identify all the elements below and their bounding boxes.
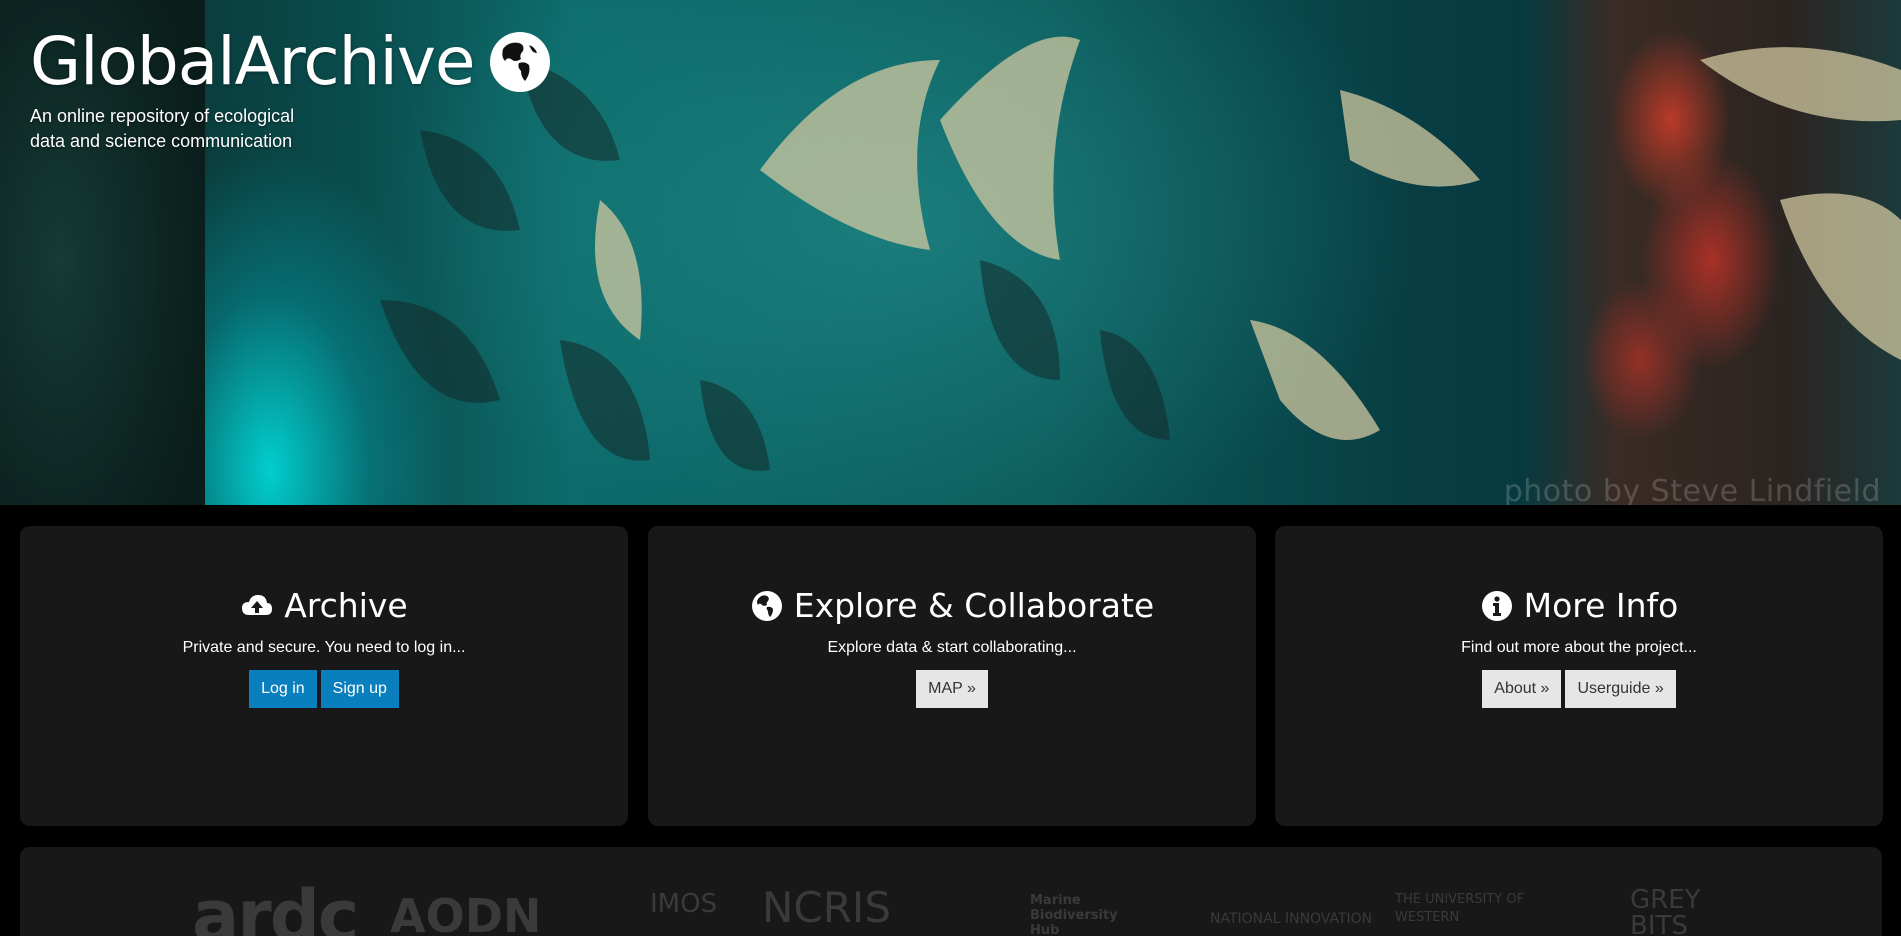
map-button[interactable]: MAP » [916, 670, 988, 708]
more-info-panel-buttons: About » Userguide » [1275, 670, 1883, 708]
marine-biodiversity-hub-logo[interactable]: Marine Biodiversity Hub [1030, 893, 1120, 936]
site-title[interactable]: GlobalArchive [30, 24, 475, 100]
ardc-logo[interactable]: ardc [192, 875, 359, 936]
hero-banner: GlobalArchive An online repository of ec… [0, 0, 1901, 505]
archive-panel-title: Archive [284, 586, 408, 625]
aodn-logo[interactable]: AODN [390, 889, 541, 936]
archive-panel: Archive Private and secure. You need to … [20, 526, 628, 826]
explore-panel-heading: Explore & Collaborate [648, 586, 1256, 626]
log-in-button[interactable]: Log in [249, 670, 317, 708]
more-info-panel: More Info Find out more about the projec… [1275, 526, 1883, 826]
brand-title-row: GlobalArchive [30, 24, 551, 100]
globe-icon [489, 32, 550, 92]
brand-tagline: An online repository of ecological data … [30, 106, 295, 151]
uwa-logo[interactable]: THE UNIVERSITY OF WESTERN [1395, 891, 1545, 927]
photo-credit: photo by Steve Lindfield [1503, 474, 1881, 505]
brand: GlobalArchive An online repository of ec… [30, 24, 551, 154]
explore-panel: Explore & Collaborate Explore data & sta… [648, 526, 1256, 826]
explore-panel-buttons: MAP » [648, 670, 1256, 708]
grey-bits-logo[interactable]: GREY BITS [1630, 887, 1710, 936]
more-info-panel-heading: More Info [1275, 586, 1883, 626]
more-info-panel-title: More Info [1523, 586, 1679, 625]
more-info-panel-description: Find out more about the project... [1461, 639, 1697, 656]
ncris-logo[interactable]: NCRIS [762, 883, 891, 932]
cloud-upload-icon [242, 595, 273, 615]
partner-logos-strip: ardc AODN IMOS NCRIS Marine Biodiversity… [20, 847, 1882, 936]
globe-icon [751, 591, 782, 621]
archive-panel-description: Private and secure. You need to log in..… [182, 639, 466, 656]
explore-panel-title: Explore & Collaborate [793, 586, 1155, 625]
national-innovation-logo[interactable]: NATIONAL INNOVATION [1210, 911, 1372, 927]
explore-panel-description: Explore data & start collaborating... [827, 639, 1077, 656]
archive-panel-heading: Archive [20, 586, 628, 626]
about-button[interactable]: About » [1482, 670, 1562, 708]
userguide-button[interactable]: Userguide » [1565, 670, 1676, 708]
info-circle-icon [1481, 591, 1512, 621]
sign-up-button[interactable]: Sign up [320, 670, 399, 708]
imos-logo[interactable]: IMOS [650, 889, 717, 919]
archive-panel-buttons: Log in Sign up [20, 670, 628, 708]
